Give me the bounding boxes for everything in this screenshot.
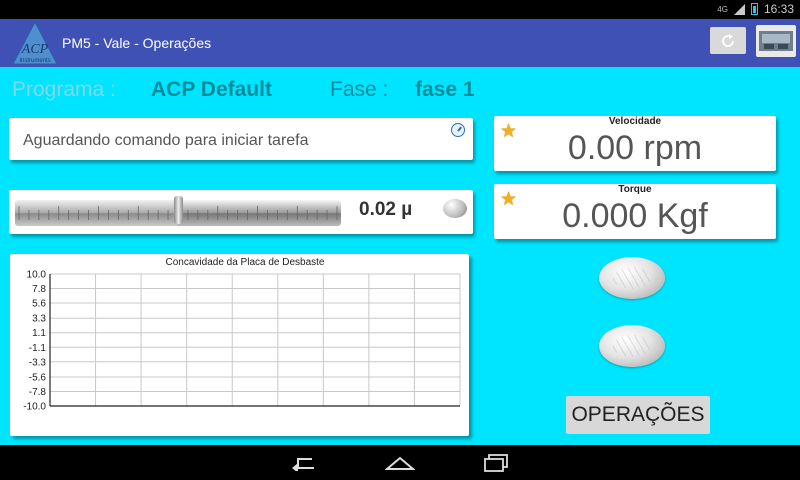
status-bar-right: 4G 16:33 <box>717 2 794 16</box>
machine-icon <box>759 31 793 51</box>
status-message: Aguardando comando para iniciar tarefa <box>23 132 309 149</box>
program-label: Programa : <box>12 78 116 101</box>
battery-icon <box>750 3 758 15</box>
status-panel: Aguardando comando para iniciar tarefa <box>9 118 473 160</box>
action-bar: ACP Instruments PM5 - Vale - Operações <box>0 19 800 67</box>
velocity-value: 0.00 rpm <box>567 129 703 167</box>
home-icon <box>385 456 415 470</box>
network-indicator: 4G <box>717 4 728 14</box>
refresh-icon <box>722 33 734 47</box>
back-icon <box>292 457 314 471</box>
slider-panel: 0.02 µ <box>9 190 473 234</box>
logo-subtext: Instruments <box>19 58 50 64</box>
marble-button-2[interactable] <box>599 325 665 367</box>
recents-button[interactable] <box>476 448 516 477</box>
chart-title: Concavidade da Placa de Desbaste <box>166 257 325 268</box>
logo-text: ACP <box>21 42 49 57</box>
velocity-panel: ★ Velocidade 0.00 rpm <box>494 116 776 171</box>
slider-thumb[interactable] <box>174 196 183 224</box>
y-tick-label: 1.1 <box>32 328 46 339</box>
signal-icon <box>733 3 745 15</box>
slider-value: 0.02 µ <box>359 199 413 220</box>
gauge-icon[interactable] <box>451 123 465 137</box>
navigation-bar <box>0 445 800 480</box>
chart-svg: Concavidade da Placa de Desbaste 10.0 7.8 5… <box>23 257 461 413</box>
machine-button[interactable] <box>756 25 796 57</box>
operations-button[interactable]: OPERAÇÕES <box>566 396 710 434</box>
phase-value: fase 1 <box>415 78 475 101</box>
marble-button-1[interactable] <box>599 257 665 299</box>
torque-label: Torque <box>618 184 652 195</box>
y-tick-label: 7.8 <box>32 284 46 295</box>
y-tick-label: 5.6 <box>32 299 46 310</box>
y-tick-label: -7.8 <box>29 387 47 398</box>
y-tick-label: -1.1 <box>29 343 47 354</box>
recents-icon <box>484 453 508 472</box>
back-button[interactable] <box>284 448 324 477</box>
y-tick-label: 3.3 <box>32 314 46 325</box>
velocity-label: Velocidade <box>608 116 662 127</box>
phase-label: Fase : <box>330 78 389 101</box>
torque-value: 0.000 Kgf <box>562 197 708 235</box>
home-button[interactable] <box>380 448 420 477</box>
y-tick-label: -10.0 <box>23 402 46 413</box>
y-tick-label: -3.3 <box>29 357 47 368</box>
program-value: ACP Default <box>151 78 272 101</box>
torque-panel: ★ Torque 0.000 Kgf <box>494 184 776 239</box>
acp-logo: ACP Instruments <box>12 21 58 65</box>
slider-knob-icon[interactable] <box>443 199 467 218</box>
app-title: PM5 - Vale - Operações <box>62 35 212 51</box>
status-bar: 4G 16:33 <box>0 0 800 19</box>
y-tick-label: 10.0 <box>27 270 47 281</box>
refresh-button[interactable] <box>710 27 746 54</box>
concavity-chart: Concavidade da Placa de Desbaste 10.0 7.8 5… <box>10 254 469 436</box>
clock: 16:33 <box>763 2 794 16</box>
y-tick-label: -5.6 <box>29 372 47 383</box>
